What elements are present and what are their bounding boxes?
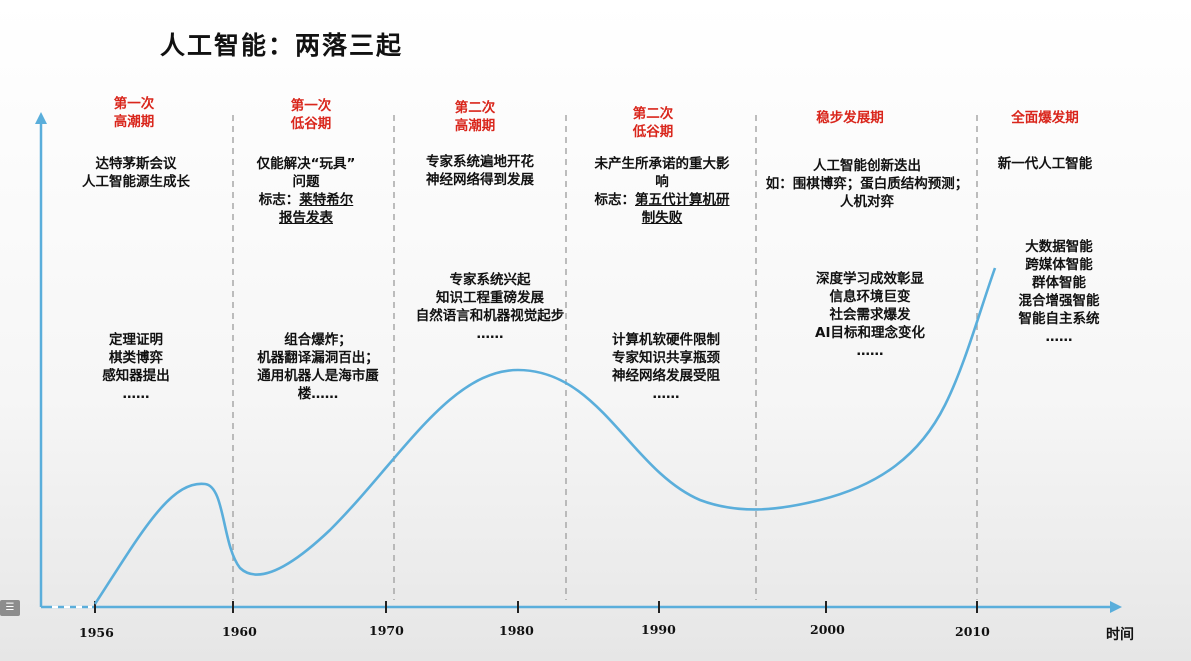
summary-line: 仅能解决“玩具” (256, 156, 356, 172)
period-name: 第二次 (632, 106, 674, 122)
detail-line: 知识工程重磅发展 (436, 290, 544, 306)
year-label-1990: 1990 (641, 622, 676, 637)
summary-line: 达特茅斯会议 (95, 156, 177, 172)
detail-line: …… (652, 386, 680, 402)
year-label-1980: 1980 (499, 623, 534, 638)
detail-line: 神经网络发展受阻 (612, 368, 720, 384)
period-3-details: 专家系统兴起 知识工程重磅发展 自然语言和机器视觉起步 …… (398, 271, 582, 343)
period-3-summary: 专家系统遍地开花 神经网络得到发展 (400, 153, 560, 189)
x-axis-arrow (1110, 601, 1122, 613)
summary-line: 报告发表 (279, 210, 333, 226)
detail-line: 通用机器人是海市蜃 (257, 368, 379, 384)
detail-line: AI目标和理念变化 (815, 325, 925, 341)
detail-line: 楼…… (297, 386, 339, 402)
period-2-summary: 仅能解决“玩具” 问题 标志：莱特希尔 报告发表 (236, 155, 376, 227)
detail-line: 社会需求爆发 (829, 307, 911, 323)
marker-event: 莱特希尔 (299, 192, 354, 208)
period-name: 第一次 (290, 98, 332, 114)
summary-line: 响 (655, 174, 669, 190)
summary-line: 问题 (292, 174, 320, 190)
period-1-details: 定理证明 棋类博弈 感知器提出 …… (76, 331, 196, 403)
detail-line: 定理证明 (109, 332, 163, 348)
summary-line: 人工智能创新迭出 (813, 158, 921, 174)
period-name: 低谷期 (632, 124, 674, 140)
period-heading-4: 第二次 低谷期 (613, 105, 693, 141)
detail-line: 感知器提出 (102, 368, 170, 384)
detail-line: 群体智能 (1032, 275, 1086, 291)
period-6-details: 大数据智能 跨媒体智能 群体智能 混合增强智能 智能自主系统 …… (1000, 238, 1118, 346)
summary-line: 未产生所承诺的重大影 (594, 156, 730, 172)
summary-line: 制失败 (641, 210, 683, 226)
period-name: 第一次 (113, 96, 155, 112)
x-axis-label: 时间 (1106, 627, 1134, 643)
detail-line: …… (1045, 329, 1073, 345)
period-5-summary: 人工智能创新迭出 如：围棋博弈；蛋白质结构预测； 人机对弈 (752, 157, 982, 211)
period-name: 第二次 (454, 100, 496, 116)
detail-line: 自然语言和机器视觉起步 (415, 308, 565, 324)
list-icon[interactable]: ☰ (0, 600, 20, 616)
summary-line: 专家系统遍地开花 (426, 154, 534, 170)
period-heading-2: 第一次 低谷期 (271, 97, 351, 133)
detail-line: 专家系统兴起 (449, 272, 531, 288)
marker-event: 第五代计算机研 (635, 192, 730, 208)
summary-line: 标志：第五代计算机研 (577, 191, 747, 209)
period-1-summary: 达特茅斯会议 人工智能源生成长 (66, 155, 206, 191)
period-heading-1: 第一次 高潮期 (94, 95, 174, 131)
period-heading-3: 第二次 高潮期 (435, 99, 515, 135)
detail-line: …… (122, 386, 150, 402)
detail-line: 机器翻译漏洞百出； (257, 350, 379, 366)
period-2-details: 组合爆炸； 机器翻译漏洞百出； 通用机器人是海市蜃 楼…… (238, 331, 398, 403)
detail-line: 专家知识共享瓶颈 (612, 350, 720, 366)
year-label-1956: 1956 (79, 625, 114, 640)
period-heading-6: 全面爆发期 (985, 109, 1105, 127)
summary-line: 人机对弈 (840, 194, 894, 210)
detail-line: 棋类博弈 (109, 350, 163, 366)
year-label-2010: 2010 (955, 624, 990, 639)
summary-line: 人工智能源生成长 (82, 174, 190, 190)
period-name: 全面爆发期 (1011, 110, 1079, 126)
detail-line: 混合增强智能 (1018, 293, 1100, 309)
summary-line: 标志：莱特希尔 (236, 191, 376, 209)
detail-line: …… (856, 343, 884, 359)
detail-line: 跨媒体智能 (1025, 257, 1093, 273)
period-5-details: 深度学习成效彰显 信息环境巨变 社会需求爆发 AI目标和理念变化 …… (790, 270, 950, 360)
marker-label: 标志： (258, 192, 300, 208)
year-label-1960: 1960 (222, 624, 257, 639)
year-label-1970: 1970 (369, 623, 404, 638)
period-4-details: 计算机软硬件限制 专家知识共享瓶颈 神经网络发展受阻 …… (586, 331, 746, 403)
summary-line: 神经网络得到发展 (426, 172, 534, 188)
year-label-2000: 2000 (810, 622, 845, 637)
detail-line: 计算机软硬件限制 (612, 332, 720, 348)
period-4-summary: 未产生所承诺的重大影 响 标志：第五代计算机研 制失败 (577, 155, 747, 227)
summary-line: 新一代人工智能 (997, 156, 1093, 172)
detail-line: …… (476, 326, 504, 342)
period-6-summary: 新一代人工智能 (985, 155, 1105, 173)
period-name: 稳步发展期 (816, 110, 884, 126)
period-name: 高潮期 (454, 118, 496, 134)
detail-line: 信息环境巨变 (829, 289, 911, 305)
marker-label: 标志： (594, 192, 636, 208)
detail-line: 智能自主系统 (1018, 311, 1100, 327)
detail-line: 组合爆炸； (284, 332, 352, 348)
y-axis-arrow (35, 112, 47, 124)
period-name: 高潮期 (113, 114, 155, 130)
period-name: 低谷期 (290, 116, 332, 132)
detail-line: 大数据智能 (1025, 239, 1093, 255)
detail-line: 深度学习成效彰显 (816, 271, 924, 287)
summary-line: 如：围棋博弈；蛋白质结构预测； (765, 176, 969, 192)
period-heading-5: 稳步发展期 (790, 109, 910, 127)
